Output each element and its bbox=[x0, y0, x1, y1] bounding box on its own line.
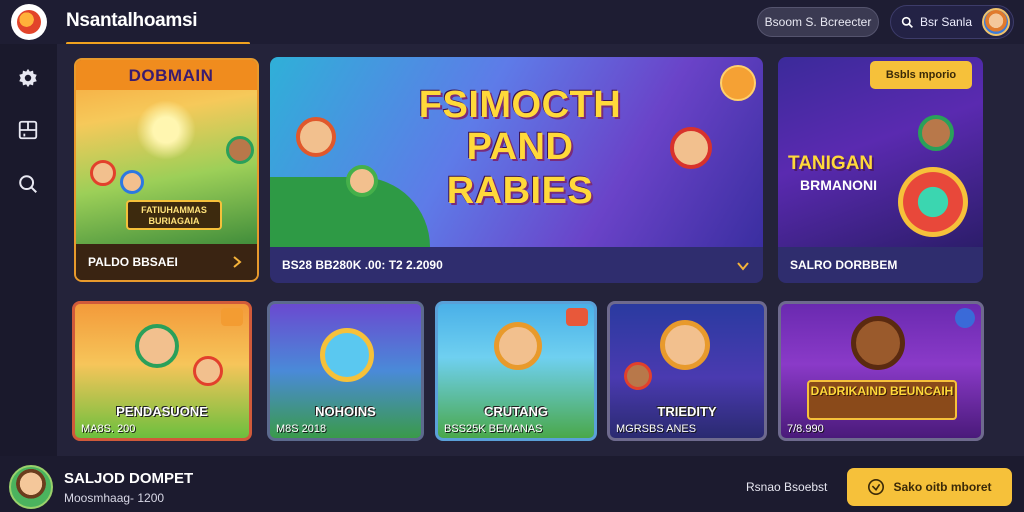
art-title: DOBMAIN bbox=[128, 66, 214, 85]
game-meta: MGRSBS ANES bbox=[616, 423, 697, 435]
featured-art: FSIMOCTH PAND RABIES bbox=[270, 57, 763, 247]
character bbox=[226, 136, 254, 164]
character bbox=[624, 362, 652, 390]
app-logo-icon[interactable] bbox=[11, 4, 47, 40]
caption-text: SALRO DORBBEM bbox=[790, 258, 898, 272]
game-badge bbox=[566, 308, 588, 326]
featured-card[interactable]: DOBMAIN FATIUHAMMAS BURIAGAIA PALDO BBSA… bbox=[74, 58, 259, 282]
heart-icon[interactable] bbox=[735, 257, 751, 273]
user-menu-button[interactable]: Bsr Sanla bbox=[890, 5, 1014, 39]
art-title: PAND bbox=[466, 126, 574, 168]
featured-art: DOBMAIN FATIUHAMMAS BURIAGAIA bbox=[76, 60, 257, 246]
wallet-subtitle: Moosmhaag- 1200 bbox=[64, 491, 165, 505]
logo-emblem bbox=[17, 10, 41, 34]
search-button[interactable]: Bsoom S. Bcreecter bbox=[757, 7, 879, 37]
game-title: CRUTANG bbox=[483, 404, 549, 419]
search-icon bbox=[901, 16, 913, 28]
character bbox=[296, 117, 336, 157]
dashboard-icon[interactable] bbox=[16, 118, 40, 142]
game-tile[interactable]: PENDASUONE MA8S. 200 bbox=[72, 301, 252, 441]
character bbox=[135, 324, 179, 368]
search-label: Bsoom S. Bcreecter bbox=[764, 15, 872, 29]
game-title: PENDASUONE bbox=[116, 404, 208, 419]
app-title: Nsantalhoamsi bbox=[66, 10, 198, 31]
character bbox=[918, 115, 954, 151]
gear-icon[interactable] bbox=[16, 66, 40, 90]
art-title: TANIGAN bbox=[788, 153, 874, 174]
card-caption: SALRO DORBBEM bbox=[778, 247, 983, 283]
wallet-title: SALJOD DOMPET bbox=[64, 470, 194, 487]
character bbox=[851, 316, 905, 370]
featured-art: Bsbls mporio TANIGAN BRMANONI bbox=[778, 57, 983, 247]
sun-glow bbox=[136, 100, 196, 160]
game-meta: MA8S. 200 bbox=[81, 423, 136, 435]
game-meta: M8S 2018 bbox=[276, 423, 327, 435]
chevron-right-icon[interactable] bbox=[229, 254, 245, 270]
card-caption: BS28 BB280K .00: T2 2.2090 bbox=[270, 247, 763, 283]
game-tile[interactable]: CRUTANG BSS25K BEMANAS bbox=[435, 301, 597, 441]
art-title: RABIES bbox=[446, 170, 594, 212]
game-badge bbox=[955, 308, 975, 328]
wheel-graphic bbox=[898, 167, 968, 237]
character bbox=[660, 320, 710, 370]
wallet-avatar[interactable] bbox=[9, 465, 53, 509]
user-label: Bsr Sanla bbox=[920, 15, 973, 29]
game-tile[interactable]: DADRIKAIND BEUNCAIH 7/8.990 bbox=[778, 301, 984, 441]
character bbox=[494, 322, 542, 370]
search-icon[interactable] bbox=[16, 172, 40, 196]
user-avatar[interactable] bbox=[982, 8, 1010, 36]
character bbox=[670, 127, 712, 169]
check-circle-icon bbox=[868, 478, 885, 496]
game-badge bbox=[221, 308, 243, 326]
top-bar: Nsantalhoamsi Bsoom S. Bcreecter Bsr San… bbox=[0, 0, 1024, 45]
character bbox=[320, 328, 374, 382]
art-subtitle: BRMANONI bbox=[800, 177, 877, 193]
coin-icon bbox=[720, 65, 756, 101]
caption-text: BS28 BB280K .00: T2 2.2090 bbox=[282, 258, 443, 272]
promo-badge[interactable]: Bsbls mporio bbox=[870, 61, 972, 89]
character bbox=[120, 170, 144, 194]
caption-text: PALDO BBSAEI bbox=[88, 255, 178, 269]
footer-link[interactable]: Rsnao Bsoebst bbox=[746, 480, 827, 494]
game-meta: BSS25K BEMANAS bbox=[444, 423, 543, 435]
cta-button[interactable]: Sako oitb mboret bbox=[847, 468, 1012, 506]
character bbox=[193, 356, 223, 386]
character bbox=[90, 160, 116, 186]
game-title: DADRIKAIND BEUNCAIH bbox=[810, 384, 954, 398]
art-title: FSIMOCTH bbox=[418, 84, 622, 126]
featured-card[interactable]: Bsbls mporio TANIGAN BRMANONI SALRO DORB… bbox=[778, 57, 983, 283]
game-title: TRIEDITY bbox=[657, 404, 717, 419]
game-meta: 7/8.990 bbox=[787, 423, 824, 435]
game-tile[interactable]: NOHOINS M8S 2018 bbox=[267, 301, 424, 441]
featured-card[interactable]: FSIMOCTH PAND RABIES BS28 BB280K .00: T2… bbox=[270, 57, 763, 283]
sidebar bbox=[0, 44, 57, 456]
card-caption: PALDO BBSAEI bbox=[76, 244, 257, 280]
cta-label: Sako oitb mboret bbox=[893, 480, 992, 494]
art-banner-text: FATIUHAMMAS BURIAGAIA bbox=[126, 200, 222, 230]
game-tile[interactable]: TRIEDITY MGRSBS ANES bbox=[607, 301, 767, 441]
game-title: NOHOINS bbox=[315, 404, 376, 419]
